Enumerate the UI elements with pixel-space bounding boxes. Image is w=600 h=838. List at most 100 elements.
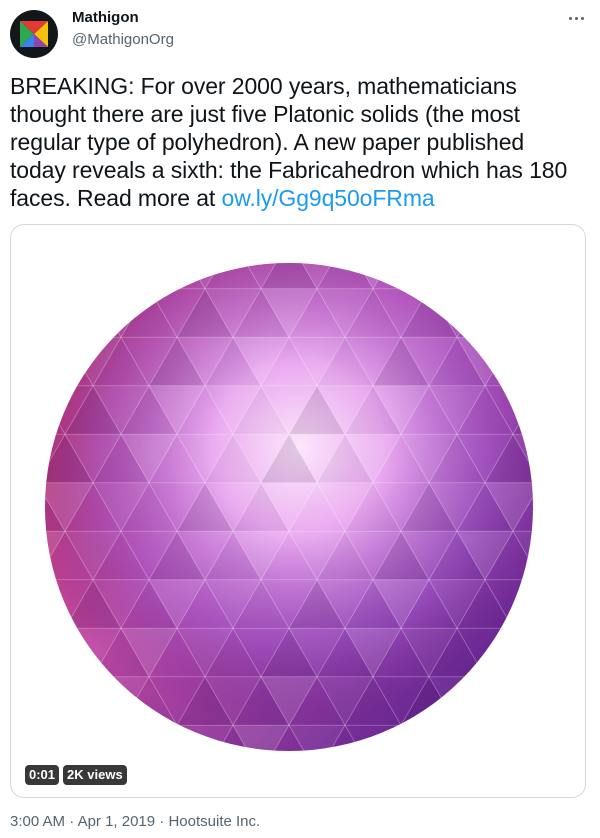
polyhedron-facet	[45, 263, 66, 290]
polyhedron-facet	[11, 289, 37, 337]
polyhedron-facet	[541, 677, 585, 725]
polyhedron-facet	[429, 225, 485, 240]
polyhedron-facet	[11, 386, 37, 434]
polyhedron-facet	[11, 677, 37, 725]
tweet-card: Mathigon @MathigonOrg BREAKING: For over…	[0, 0, 600, 838]
polyhedron-facet	[512, 263, 533, 290]
polyhedron-facet	[513, 774, 569, 797]
tweet-time[interactable]: 3:00 AM	[10, 813, 65, 830]
polyhedron-facet	[512, 627, 533, 678]
polyhedron-facet	[512, 336, 533, 387]
polyhedron-facet	[177, 774, 233, 797]
polyhedron-facet	[569, 225, 585, 240]
polyhedron-facet	[233, 774, 289, 797]
polyhedron-facet	[569, 725, 585, 773]
polyhedron-facet	[373, 225, 429, 240]
polyhedron-facet	[11, 531, 37, 579]
polyhedron-facet	[541, 580, 585, 628]
polyhedron-facet	[569, 289, 585, 337]
polyhedron-facet	[11, 225, 37, 240]
polyhedron-facet	[344, 724, 402, 751]
polyhedron-facet	[485, 225, 541, 240]
polyhedron-facet	[541, 337, 585, 385]
polyhedron-facet	[345, 225, 401, 240]
username[interactable]: @MathigonOrg	[72, 31, 174, 48]
polyhedron-facet	[541, 774, 585, 797]
polyhedron-facet	[541, 628, 585, 676]
polyhedron-facet	[317, 774, 373, 797]
polyhedron-video-frame	[11, 225, 585, 797]
meta-separator: ·	[155, 813, 169, 830]
polyhedron-facet	[541, 386, 585, 434]
polyhedron-facet	[485, 774, 541, 797]
polyhedron-facet	[569, 774, 585, 797]
polyhedron-facet	[11, 434, 37, 482]
polyhedron-facet	[401, 225, 457, 240]
polyhedron-facet	[120, 724, 178, 751]
polyhedron-facet	[457, 774, 513, 797]
polyhedron-facet	[429, 774, 485, 797]
polyhedron-facet	[11, 337, 37, 385]
polyhedron-facet	[569, 337, 585, 385]
polyhedron-facet	[121, 774, 177, 797]
polyhedron-facet	[457, 225, 513, 240]
polyhedron-facet	[45, 578, 66, 629]
polyhedron-facet	[400, 724, 458, 751]
polyhedron-facet	[261, 774, 317, 797]
polyhedron-facet	[65, 225, 121, 240]
tweet-meta: 3:00 AM · Apr 1, 2019 · Hootsuite Inc.	[10, 813, 260, 830]
polyhedron-facet	[512, 578, 533, 629]
polyhedron-facet	[176, 724, 234, 751]
polyhedron-facet	[64, 675, 122, 726]
polyhedron-facet	[11, 483, 37, 531]
video-player[interactable]: 0:01 2K views	[10, 224, 586, 798]
video-view-count: 2K views	[63, 765, 127, 785]
polyhedron-facet	[541, 225, 585, 240]
display-name[interactable]: Mathigon	[72, 9, 139, 26]
polyhedron-facet	[484, 288, 533, 339]
polyhedron-facet	[484, 263, 533, 290]
polyhedron-facet	[373, 774, 429, 797]
polyhedron-facet	[569, 483, 585, 531]
polyhedron-facet	[45, 336, 94, 387]
more-options-icon[interactable]	[563, 7, 589, 29]
tweet-link[interactable]: ow.ly/Gg9q50oFRma	[222, 185, 435, 211]
polyhedron-facet	[484, 676, 533, 727]
polyhedron-facet	[11, 580, 37, 628]
polyhedron-facet	[64, 263, 122, 290]
polyhedron-facet	[45, 675, 66, 726]
polyhedron-facet	[120, 263, 178, 290]
polyhedron-facet	[64, 287, 122, 338]
polyhedron-facet	[205, 774, 261, 797]
polyhedron-facet	[401, 774, 457, 797]
polyhedron-facet	[121, 225, 177, 240]
polyhedron-facet	[484, 724, 533, 751]
polyhedron-facet	[541, 483, 585, 531]
polyhedron-facet	[400, 263, 458, 290]
polyhedron-facet	[205, 225, 261, 240]
polyhedron-facet	[45, 288, 94, 339]
polyhedron-facet	[11, 628, 37, 676]
polyhedron-facet	[289, 225, 345, 240]
tweet-text: BREAKING: For over 2000 years, mathemati…	[10, 72, 570, 212]
avatar[interactable]	[10, 10, 58, 58]
polyhedron-facet	[569, 677, 585, 725]
polyhedron-facet	[92, 676, 150, 727]
polyhedron-facet	[456, 675, 514, 726]
polyhedron-facet	[569, 434, 585, 482]
polyhedron-facet	[11, 240, 37, 288]
polyhedron-facet	[345, 774, 401, 797]
polyhedron-facet	[569, 240, 585, 288]
polyhedron-facet	[541, 531, 585, 579]
tweet-date[interactable]: Apr 1, 2019	[78, 813, 156, 830]
polyhedron-facet	[428, 263, 486, 290]
polyhedron-facet	[37, 225, 93, 240]
mathigon-logo-icon	[20, 21, 48, 47]
polyhedron-facet	[456, 263, 514, 290]
polyhedron-facet	[541, 289, 585, 337]
polyhedron-facet	[92, 263, 150, 290]
polyhedron-facet	[428, 676, 486, 727]
polyhedron-facet	[512, 724, 533, 751]
tweet-source[interactable]: Hootsuite Inc.	[168, 813, 260, 830]
polyhedron-facet	[45, 263, 94, 290]
